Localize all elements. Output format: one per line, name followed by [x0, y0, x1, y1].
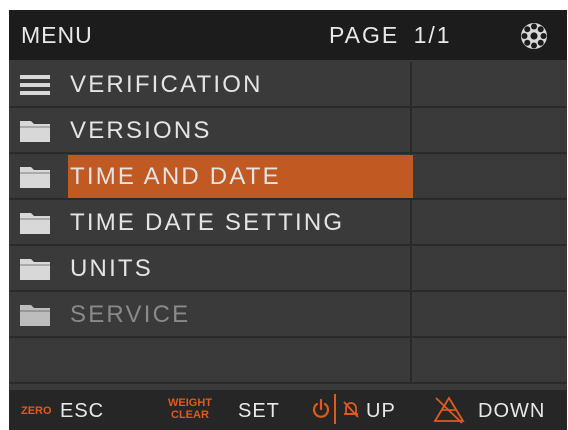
softkey-bar: ZERO ESC WEIGHT CLEAR SET UP DOWN: [9, 390, 567, 430]
menu-item-label: SERVICE: [70, 301, 191, 328]
esc-softkey[interactable]: ZERO ESC: [21, 390, 131, 430]
scale-display: MENU PAGE 1/1 VERIFICATION VERSIONS TIME…: [9, 10, 567, 430]
folder-icon: [20, 167, 50, 188]
folder-icon: [20, 305, 50, 326]
alarm-off-icon: [343, 401, 359, 418]
folder-icon: [20, 259, 50, 280]
menu-item-cell: VERSIONS: [9, 108, 412, 152]
menu-item-verification[interactable]: VERIFICATION: [9, 62, 567, 108]
menu-item-cell: SERVICE: [9, 292, 412, 336]
menu-list: VERIFICATION VERSIONS TIME AND DATE TIME…: [9, 62, 567, 384]
down-label: DOWN: [478, 400, 546, 422]
esc-label: ESC: [60, 400, 105, 422]
tare-off-icon: [433, 396, 465, 424]
list-icon: [20, 75, 50, 95]
menu-item-cell: TIME DATE SETTING: [9, 200, 412, 244]
menu-item-cell: VERIFICATION: [9, 62, 412, 106]
menu-item-units[interactable]: UNITS: [9, 246, 567, 292]
menu-item-cell: [9, 338, 412, 382]
menu-title: MENU: [21, 22, 93, 48]
header-bar: MENU PAGE 1/1: [9, 10, 567, 60]
menu-item-label: TIME AND DATE: [70, 163, 281, 190]
down-softkey[interactable]: DOWN: [432, 390, 562, 430]
weight-key-label: WEIGHT: [168, 397, 212, 409]
menu-item-label: TIME DATE SETTING: [70, 209, 345, 236]
menu-item-empty: [9, 338, 567, 384]
menu-item-label: UNITS: [70, 255, 153, 282]
power-icon: [312, 398, 330, 418]
up-label: UP: [366, 400, 396, 422]
key-divider: [334, 394, 336, 424]
menu-item-service: SERVICE: [9, 292, 567, 338]
menu-item-cell: TIME AND DATE: [9, 154, 413, 198]
menu-item-label: VERIFICATION: [70, 71, 263, 98]
zero-key-label: ZERO: [21, 405, 52, 417]
gear-icon[interactable]: [520, 22, 548, 50]
set-softkey[interactable]: WEIGHT CLEAR SET: [168, 390, 288, 430]
menu-item-label: VERSIONS: [70, 117, 212, 144]
folder-icon: [20, 121, 50, 142]
menu-item-time-date-setting[interactable]: TIME DATE SETTING: [9, 200, 567, 246]
menu-item-versions[interactable]: VERSIONS: [9, 108, 567, 154]
set-label: SET: [238, 400, 280, 422]
menu-item-cell: UNITS: [9, 246, 412, 290]
up-softkey[interactable]: UP: [311, 390, 421, 430]
clear-key-label: CLEAR: [171, 409, 209, 421]
page-indicator: PAGE 1/1: [329, 22, 452, 48]
menu-item-time-and-date[interactable]: TIME AND DATE: [9, 154, 567, 200]
folder-icon: [20, 213, 50, 234]
